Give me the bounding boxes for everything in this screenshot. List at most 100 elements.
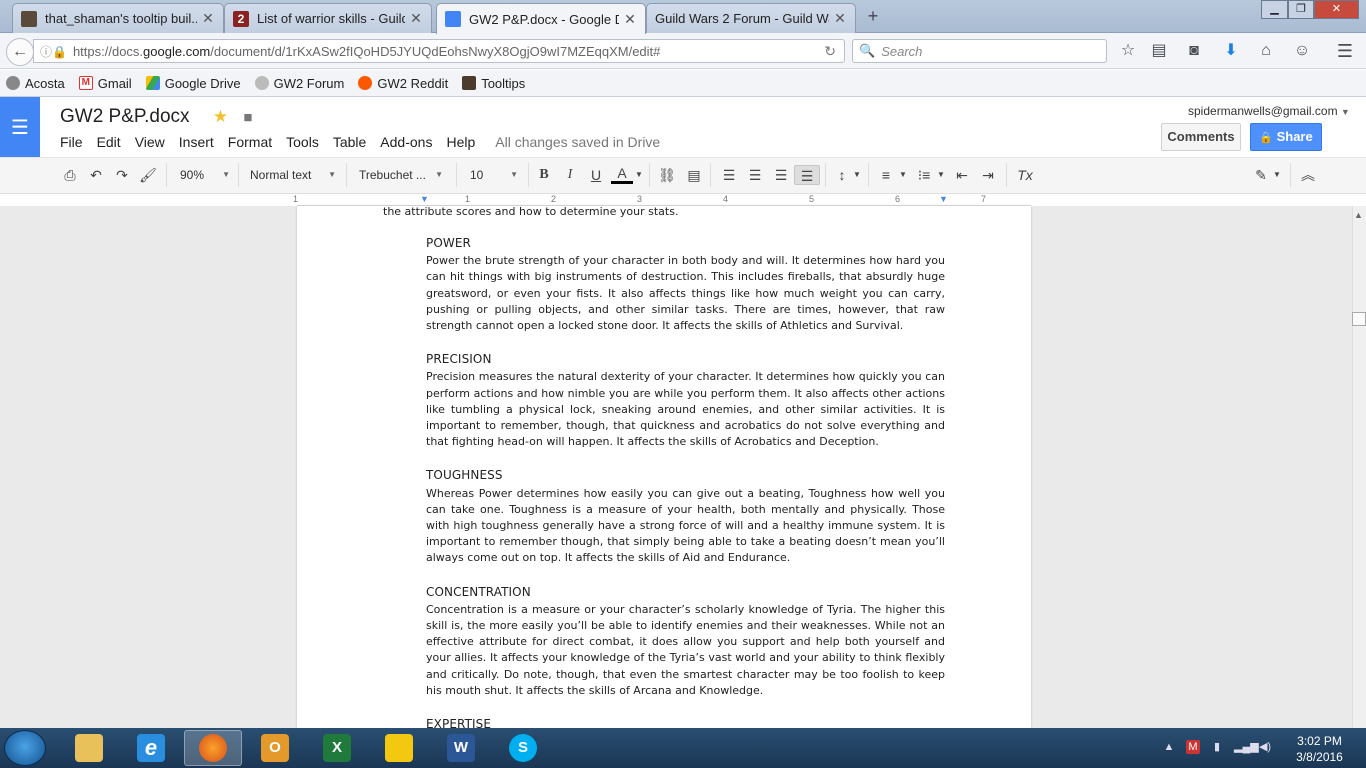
menu-table[interactable]: Table	[333, 134, 366, 150]
bold-button[interactable]: B	[535, 165, 553, 185]
taskbar-outlook[interactable]: O	[246, 730, 304, 766]
close-icon[interactable]: ✕	[623, 11, 637, 28]
smiley-feedback-icon[interactable]: ☺	[1291, 40, 1313, 62]
folder-icon[interactable]: ■	[243, 109, 252, 126]
antivirus-icon[interactable]: M	[1186, 740, 1200, 754]
taskbar-firefox[interactable]	[184, 730, 242, 766]
scrollbar-thumb[interactable]	[1352, 312, 1366, 326]
share-button[interactable]: 🔒 Share	[1250, 123, 1322, 151]
show-hidden-icons[interactable]: ▲	[1162, 740, 1176, 754]
maximize-button[interactable]: ❐	[1288, 0, 1314, 19]
browser-tab-1[interactable]: that_shaman's tooltip buil... ✕	[12, 3, 224, 33]
taskbar-skype[interactable]: S	[494, 730, 552, 766]
link-icon[interactable]: ⛓	[656, 165, 678, 185]
chevron-down-icon[interactable]: ▼	[1272, 165, 1282, 185]
taskbar-explorer[interactable]	[60, 730, 118, 766]
scroll-up-icon[interactable]: ▲	[1354, 210, 1363, 220]
align-justify-icon[interactable]: ☰	[794, 165, 820, 185]
comment-icon[interactable]: ▤	[684, 165, 704, 185]
menu-edit[interactable]: Edit	[97, 134, 121, 150]
docs-home-button[interactable]: ☰	[0, 97, 40, 157]
paint-format-icon[interactable]: 🖌	[138, 165, 158, 185]
underline-button[interactable]: U	[587, 165, 605, 185]
increase-indent-icon[interactable]: ⇥	[978, 165, 998, 185]
download-icon[interactable]: ⬇	[1220, 40, 1242, 62]
line-spacing-icon[interactable]: ↕	[832, 165, 852, 185]
system-clock[interactable]: 3:02 PM 3/8/2016	[1282, 733, 1357, 765]
back-button[interactable]: ←	[6, 38, 34, 66]
home-icon[interactable]: ⌂	[1255, 40, 1277, 62]
align-left-icon[interactable]: ☰	[719, 165, 739, 185]
font-size-select[interactable]: 10 ▼	[466, 164, 520, 186]
menu-tools[interactable]: Tools	[286, 134, 319, 150]
print-icon[interactable]: ⎙	[60, 165, 80, 185]
paragraph-style-select[interactable]: Normal text ▼	[246, 164, 338, 186]
bookmark-star-icon[interactable]: ☆	[1117, 40, 1139, 62]
chevron-down-icon[interactable]: ▼	[634, 165, 644, 185]
vertical-scrollbar[interactable]	[1352, 206, 1366, 728]
taskbar-internet-explorer[interactable]: e	[122, 730, 180, 766]
bookmark-gw2-reddit[interactable]: GW2 Reddit	[358, 76, 448, 91]
chevron-down-icon[interactable]: ▼	[936, 165, 946, 185]
menu-format[interactable]: Format	[228, 134, 272, 150]
undo-icon[interactable]: ↶	[86, 165, 106, 185]
document-body[interactable]: POWER Power the brute strength of your c…	[426, 235, 945, 728]
menu-file[interactable]: File	[60, 134, 83, 150]
right-indent-marker[interactable]: ▼	[939, 194, 948, 204]
reading-list-icon[interactable]: ▤	[1148, 40, 1170, 62]
menu-help[interactable]: Help	[446, 134, 475, 150]
taskbar-excel[interactable]: X	[308, 730, 366, 766]
bookmark-gmail[interactable]: M Gmail	[78, 76, 132, 91]
clear-formatting-icon[interactable]: Tx	[1014, 165, 1036, 185]
collapse-menu-icon[interactable]: ︽	[1298, 165, 1318, 185]
pocket-icon[interactable]: ◙	[1183, 40, 1205, 62]
site-info-icon[interactable]: ⓘ🔒	[40, 43, 67, 60]
browser-tab-2[interactable]: 2 List of warrior skills - Guild ... ✕	[224, 3, 432, 33]
align-right-icon[interactable]: ☰	[771, 165, 791, 185]
address-bar[interactable]: ⓘ🔒 https://docs. google.com/document/d/1r…	[33, 39, 845, 63]
star-icon[interactable]: ★	[213, 107, 228, 126]
save-status[interactable]: All changes saved in Drive	[495, 134, 660, 150]
minimize-button[interactable]: ▁	[1261, 0, 1288, 19]
menu-insert[interactable]: Insert	[179, 134, 214, 150]
bookmark-acosta[interactable]: Acosta	[6, 76, 65, 91]
editing-mode-pencil-icon[interactable]: ✎	[1250, 165, 1272, 185]
chevron-down-icon[interactable]: ▼	[898, 165, 908, 185]
italic-button[interactable]: I	[561, 165, 579, 185]
window-close-button[interactable]: ✕	[1314, 0, 1359, 19]
chevron-down-icon[interactable]: ▼	[852, 165, 862, 185]
ruler[interactable]: 1 1 2 3 4 5 6 7 ▼ ▼	[293, 194, 1031, 206]
browser-tab-3[interactable]: GW2 P&P.docx - Google D... ✕	[436, 3, 646, 34]
menu-addons[interactable]: Add-ons	[380, 134, 432, 150]
redo-icon[interactable]: ↷	[112, 165, 132, 185]
bookmark-google-drive[interactable]: Google Drive	[145, 76, 241, 91]
decrease-indent-icon[interactable]: ⇤	[952, 165, 972, 185]
device-icon[interactable]: ▮	[1210, 740, 1224, 754]
close-icon[interactable]: ✕	[409, 10, 423, 27]
search-input[interactable]: 🔍 Search	[852, 39, 1107, 63]
document-page[interactable]: the attribute scores and how to determin…	[297, 206, 1031, 728]
network-icon[interactable]: ▂▄▆	[1234, 740, 1259, 754]
comments-button[interactable]: Comments	[1161, 123, 1241, 151]
close-icon[interactable]: ✕	[201, 10, 215, 27]
text-color-button[interactable]: A	[611, 165, 633, 184]
browser-tab-4[interactable]: Guild Wars 2 Forum - Guild Wa... ✕	[646, 3, 856, 33]
new-tab-button[interactable]: +	[862, 6, 884, 26]
volume-icon[interactable]: ◀)	[1258, 740, 1272, 754]
account-email[interactable]: spidermanwells@gmail.com ▼	[1188, 104, 1350, 118]
bookmark-tooltips[interactable]: Tooltips	[462, 76, 525, 91]
document-title[interactable]: GW2 P&P.docx ★ ■	[60, 106, 252, 128]
menu-icon[interactable]: ☰	[1334, 40, 1356, 62]
bookmark-gw2-forum[interactable]: GW2 Forum	[254, 76, 344, 91]
numbered-list-icon[interactable]: ≡	[876, 165, 896, 185]
left-indent-marker[interactable]: ▼	[420, 194, 429, 204]
align-center-icon[interactable]: ☰	[745, 165, 765, 185]
zoom-select[interactable]: 90% ▼	[176, 164, 232, 186]
font-select[interactable]: Trebuchet ... ▼	[355, 164, 445, 186]
menu-view[interactable]: View	[135, 134, 165, 150]
close-icon[interactable]: ✕	[833, 10, 847, 27]
taskbar-powerbi[interactable]	[370, 730, 428, 766]
reload-icon[interactable]: ↻	[824, 43, 836, 60]
bulleted-list-icon[interactable]: ⁝≡	[914, 165, 934, 185]
start-button[interactable]	[4, 730, 46, 766]
